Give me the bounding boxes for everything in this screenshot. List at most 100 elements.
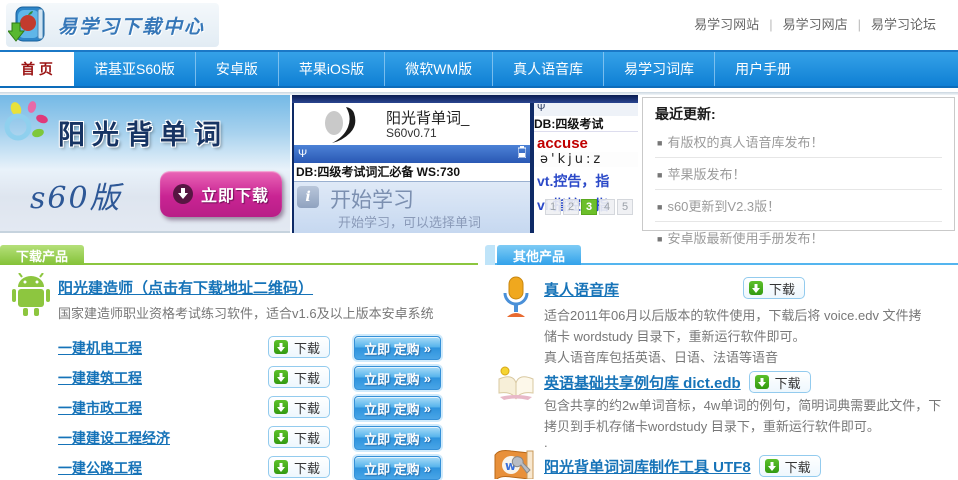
voice-library-desc: 储卡 wordstudy 目录下，重新运行软件即可。 <box>544 326 958 345</box>
dictionary-word: accuse <box>534 132 638 152</box>
chevron-right-icon: » <box>424 431 431 446</box>
download-label: 下载 <box>294 458 320 477</box>
download-button[interactable]: 下载 <box>268 366 330 388</box>
product-row: 一建市政工程 下载 立即 定购» <box>0 396 478 420</box>
tab-other-products[interactable]: 其他产品 <box>497 245 581 265</box>
hero-row: 阳光背单词 s60版 立即下载 阳光背单词_ S60v0.71 <box>0 95 958 233</box>
order-button[interactable]: 立即 定购» <box>354 456 441 480</box>
site-logo[interactable]: 易学习下载中心 <box>6 3 219 47</box>
book-bulb-icon <box>495 365 537 406</box>
product-link-gonglu[interactable]: 一建公路工程 <box>58 458 142 478</box>
page-dot-3-active[interactable]: 3 <box>581 199 597 215</box>
order-button[interactable]: 立即 定购» <box>354 396 441 420</box>
nav-tab-voice-library[interactable]: 真人语音库 <box>492 52 603 86</box>
update-text: 苹果版发布！ <box>667 167 745 182</box>
nav-tab-ios[interactable]: 苹果iOS版 <box>278 52 384 86</box>
sentence-library-desc: 包含共享的约2w单词音标，4w单词的例句，简明词典需要此文件，下 <box>544 395 958 414</box>
sentence-library-link[interactable]: 英语基础共享例句库 dict.edb <box>544 372 741 393</box>
order-button[interactable]: 立即 定购» <box>354 366 441 390</box>
download-products-column: 下载产品 阳光建造师（点击有下载地址二维码） 国家建造师职业资格考试练习软件，适… <box>0 243 478 479</box>
nav-tab-android[interactable]: 安卓版 <box>195 52 278 86</box>
page-header: 易学习下载中心 易学习网站|易学习网店|易学习论坛 <box>0 0 958 50</box>
phonetic-text: ə'kju:z <box>534 152 638 167</box>
page-dot-5[interactable]: 5 <box>617 199 633 215</box>
db-info-bar: DB:四级考试 <box>534 116 638 132</box>
product-row: 一建建筑工程 下载 立即 定购» <box>0 366 478 390</box>
download-button[interactable]: 下载 <box>749 371 811 393</box>
product-link-jidian[interactable]: 一建机电工程 <box>58 338 142 358</box>
order-label: 立即 定购 <box>364 399 420 418</box>
site-title: 易学习下载中心 <box>58 12 205 39</box>
page-dot-2[interactable]: 2 <box>563 199 579 215</box>
product-link-shizheng[interactable]: 一建市政工程 <box>58 398 142 418</box>
download-label: 下载 <box>775 373 801 392</box>
definition-line: vt.控告，指 <box>534 171 638 191</box>
menu-subtext: 开始学习，可以选择单词 <box>338 212 481 231</box>
order-button[interactable]: 立即 定购 » <box>354 426 441 450</box>
product-link-jingji[interactable]: 一建建设工程经济 <box>58 428 170 448</box>
page-dot-1[interactable]: 1 <box>545 199 561 215</box>
download-button[interactable]: 下载 <box>268 456 330 478</box>
wordlist-tool-link[interactable]: 阳光背单词词库制作工具 UTF8 <box>544 456 751 477</box>
banner-download-label: 立即下载 <box>201 182 269 206</box>
voice-library-desc: 适合2011年06月以后版本的软件使用，下载后将 voice.edv 文件拷 <box>544 305 958 324</box>
bullet-icon: ■ <box>657 170 662 180</box>
sentence-library-desc: 拷贝到手机存储卡wordstudy 目录下，重新运行软件即可。 <box>544 416 958 435</box>
tab-download-products[interactable]: 下载产品 <box>0 245 84 265</box>
top-link-forum[interactable]: 易学习论坛 <box>871 17 936 32</box>
update-item[interactable]: ■ 苹果版发布！ <box>655 158 942 190</box>
product-row: 一建机电工程 下载 立即 定购 » <box>0 336 478 360</box>
update-text: s60更新到V2.3版！ <box>667 199 780 214</box>
chevron-right-icon: » <box>424 341 431 356</box>
bullet-icon: ■ <box>657 202 662 212</box>
recent-updates-box: 最近更新: ■有版权的真人语音库发布！ ■苹果版发布！ ■s60更新到V2.3版… <box>642 97 955 231</box>
update-item[interactable]: ■有版权的真人语音库发布！ <box>655 126 942 158</box>
nav-tab-nokia-s60[interactable]: 诺基亚S60版 <box>74 52 195 86</box>
other-products-column: 其他产品 真人语音库 下载 适合2011年06月以后版本的软件使用，下载后将 v… <box>485 243 958 479</box>
update-item[interactable]: ■ s60更新到V2.3版！ <box>655 190 942 222</box>
chevron-right-icon: » <box>424 371 431 386</box>
order-button[interactable]: 立即 定购 » <box>354 336 441 360</box>
download-button[interactable]: 下载 <box>759 455 821 477</box>
order-label: 立即 定购 <box>364 429 420 448</box>
flower-icon <box>2 101 54 154</box>
menu-area: i 开始学习 开始学习，可以选择单词 <box>294 181 530 233</box>
top-link-store[interactable]: 易学习网店 <box>783 17 848 32</box>
nav-tab-dictionary[interactable]: 易学习词库 <box>603 52 714 86</box>
book-tool-icon: w <box>491 449 537 479</box>
phone-screenshot-1: 阳光背单词_ S60v0.71 Ψ DB:四级考试词汇必备 WS:730 i 开… <box>294 103 530 233</box>
top-link-website[interactable]: 易学习网站 <box>694 17 759 32</box>
nav-tab-wm[interactable]: 微软WM版 <box>384 52 492 86</box>
order-label: 立即 定购 <box>364 339 420 358</box>
bullet-icon: ■ <box>657 138 662 148</box>
voice-library-link[interactable]: 真人语音库 <box>544 279 619 300</box>
antenna-icon: Ψ <box>298 148 307 160</box>
page-dot-4[interactable]: 4 <box>599 199 615 215</box>
download-button[interactable]: 下载 <box>268 426 330 448</box>
sentence-library-desc: . <box>544 435 958 450</box>
menu-heading: 开始学习 <box>330 184 414 214</box>
products-section: 下载产品 阳光建造师（点击有下载地址二维码） 国家建造师职业资格考试练习软件，适… <box>0 243 958 479</box>
download-arrow-icon <box>173 184 193 204</box>
download-label: 下载 <box>294 338 320 357</box>
main-nav: 首 页 诺基亚S60版 安卓版 苹果iOS版 微软WM版 真人语音库 易学习词库… <box>0 50 958 88</box>
builder-app-link[interactable]: 阳光建造师（点击有下载地址二维码） <box>58 277 313 298</box>
product-row: 一建建设工程经济 下载 立即 定购 » <box>0 426 478 450</box>
carousel-pagination: 1 2 3 4 5 <box>545 199 633 215</box>
carousel-top-bar <box>292 95 638 103</box>
product-link-jianzhu[interactable]: 一建建筑工程 <box>58 368 142 388</box>
download-button[interactable]: 下载 <box>743 277 805 299</box>
banner-download-button[interactable]: 立即下载 <box>160 171 282 217</box>
download-button[interactable]: 下载 <box>268 336 330 358</box>
nav-tab-manual[interactable]: 用户手册 <box>714 52 811 86</box>
app-version: S60v0.71 <box>386 126 437 140</box>
link-separator: | <box>769 17 772 32</box>
download-label: 下载 <box>785 457 811 476</box>
screenshot-carousel: 阳光背单词_ S60v0.71 Ψ DB:四级考试词汇必备 WS:730 i 开… <box>292 95 638 233</box>
download-button[interactable]: 下载 <box>268 396 330 418</box>
download-label: 下载 <box>294 398 320 417</box>
download-label: 下载 <box>294 428 320 447</box>
nav-tab-home[interactable]: 首 页 <box>0 52 74 86</box>
top-links: 易学习网站|易学习网店|易学习论坛 <box>684 14 946 33</box>
download-icon <box>274 430 288 444</box>
